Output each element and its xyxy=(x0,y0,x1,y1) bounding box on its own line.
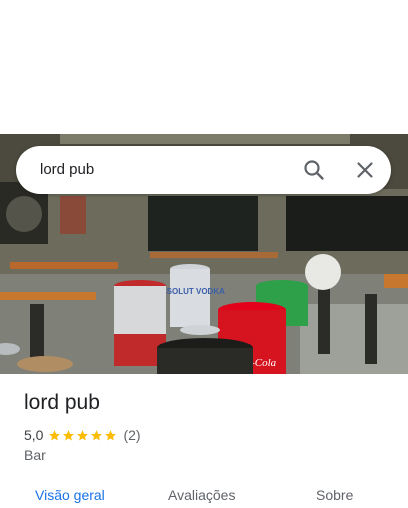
map-blank-area xyxy=(0,0,408,134)
place-category: Bar xyxy=(24,447,46,463)
search-bar[interactable]: lord pub xyxy=(16,146,391,194)
star-icon xyxy=(77,429,89,440)
rating-stars xyxy=(48,429,118,442)
review-count[interactable]: (2) xyxy=(123,427,140,443)
star-icon xyxy=(105,429,117,440)
star-icon xyxy=(49,429,61,440)
rating-row[interactable]: 5,0 (2) xyxy=(24,426,141,444)
place-tabs: Visão geral Avaliações Sobre xyxy=(0,480,408,508)
star-icon xyxy=(91,429,103,440)
rating-value: 5,0 xyxy=(24,427,44,443)
search-icon[interactable] xyxy=(303,159,325,181)
tab-reviews[interactable]: Avaliações xyxy=(168,487,235,503)
close-icon[interactable] xyxy=(354,159,376,181)
tab-about[interactable]: Sobre xyxy=(316,487,353,503)
search-input[interactable]: lord pub xyxy=(40,146,94,194)
star-icon xyxy=(63,429,75,440)
place-title: lord pub xyxy=(24,391,100,414)
tab-overview[interactable]: Visão geral xyxy=(35,487,105,503)
